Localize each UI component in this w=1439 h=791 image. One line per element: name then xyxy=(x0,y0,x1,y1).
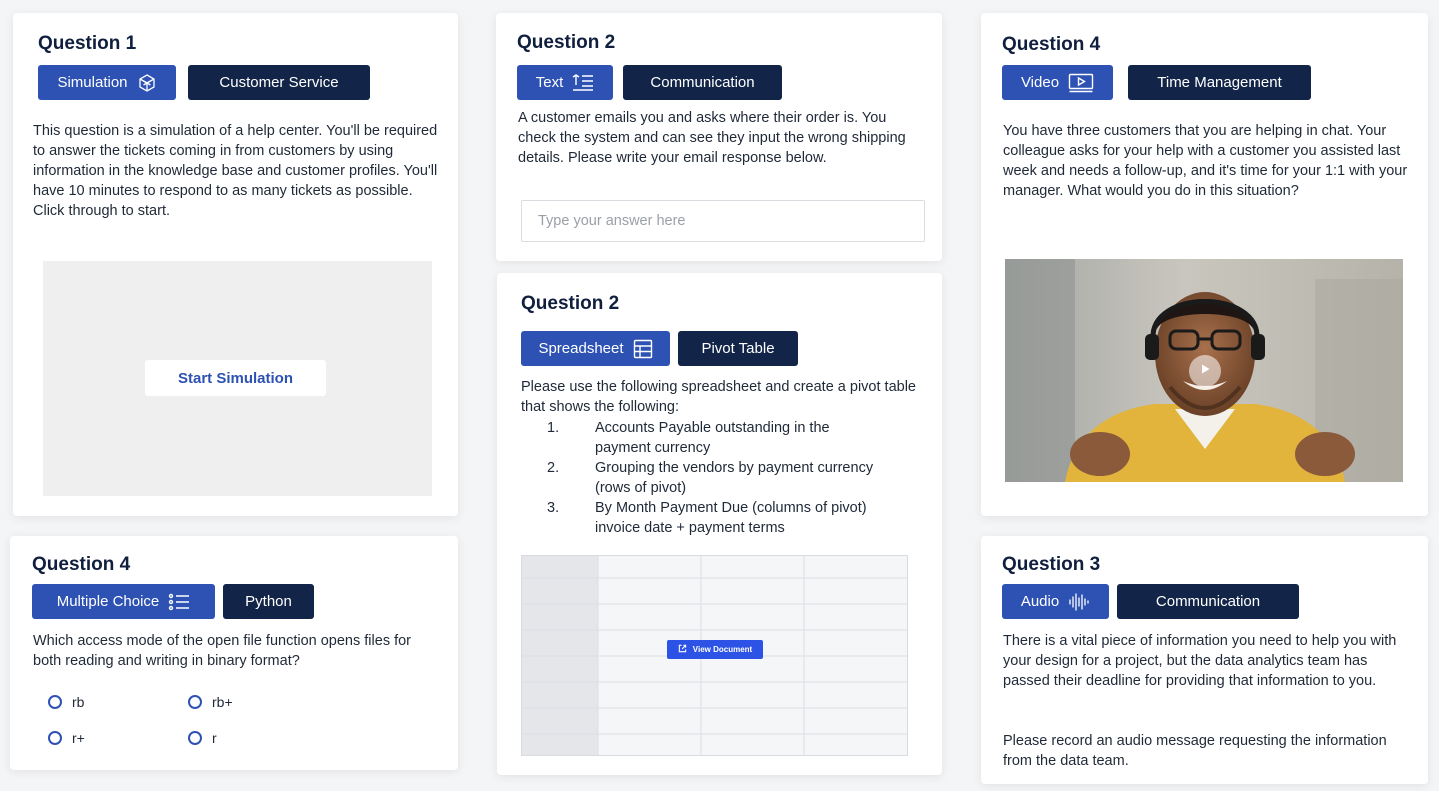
option-r-plus[interactable]: r+ xyxy=(48,730,85,746)
option-label: rb+ xyxy=(212,694,233,710)
spreadsheet-type-chip: Spreadsheet xyxy=(521,331,670,366)
external-link-icon xyxy=(678,644,687,655)
question-title: Question 2 xyxy=(517,32,616,53)
option-rb[interactable]: rb xyxy=(48,694,84,710)
audio-type-chip: Audio xyxy=(1002,584,1109,619)
radio-button[interactable] xyxy=(48,731,62,745)
list-item: 2. Grouping the vendors by payment curre… xyxy=(547,458,897,498)
radio-button[interactable] xyxy=(188,695,202,709)
list-text: By Month Payment Due (columns of pivot) … xyxy=(595,500,867,536)
video-player[interactable] xyxy=(1005,259,1403,482)
list-number: 3. xyxy=(547,500,560,516)
question-title: Question 3 xyxy=(1002,554,1101,575)
option-label: r+ xyxy=(72,730,85,746)
question-2-spreadsheet-card: Question 2 Spreadsheet Pivot Table Pleas… xyxy=(497,273,942,775)
play-button[interactable] xyxy=(1189,355,1221,387)
list-item: 3. By Month Payment Due (columns of pivo… xyxy=(547,498,897,538)
question-instruction: Please record an audio message requestin… xyxy=(1003,733,1387,769)
cube-icon xyxy=(137,73,157,93)
skill-chip-python: Python xyxy=(223,584,314,619)
question-text: Which access mode of the open file funct… xyxy=(33,633,412,669)
answer-input[interactable] xyxy=(521,200,925,242)
table-icon xyxy=(633,339,653,359)
chip-label: Audio xyxy=(1020,593,1060,610)
question-title: Question 2 xyxy=(521,293,620,314)
radio-button[interactable] xyxy=(48,695,62,709)
question-2-text-card: Question 2 Text Communication A customer… xyxy=(496,13,942,261)
simulation-preview: Start Simulation xyxy=(43,261,432,496)
view-document-button[interactable]: View Document xyxy=(667,640,763,659)
spreadsheet-preview: View Document xyxy=(521,555,908,756)
skill-chip-communication: Communication xyxy=(623,65,782,100)
video-type-chip: Video xyxy=(1002,65,1113,100)
list-text: Accounts Payable outstanding in the paym… xyxy=(595,420,830,456)
question-4-video-card: Question 4 Video Time Management You hav… xyxy=(981,13,1428,516)
option-r[interactable]: r xyxy=(188,730,217,746)
chip-label: Simulation xyxy=(57,74,128,91)
chip-label: Text xyxy=(535,74,564,91)
list-icon xyxy=(168,593,190,611)
chip-label: Spreadsheet xyxy=(538,340,624,357)
button-label: View Document xyxy=(692,645,753,654)
question-description: There is a vital piece of information yo… xyxy=(1003,633,1397,689)
skill-chip-pivot-table: Pivot Table xyxy=(678,331,798,366)
skill-chip-customer-service: Customer Service xyxy=(188,65,370,100)
question-intro: Please use the following spreadsheet and… xyxy=(521,379,916,415)
simulation-type-chip: Simulation xyxy=(38,65,176,100)
list-number: 2. xyxy=(547,460,560,476)
text-lines-icon xyxy=(572,73,594,92)
chip-label: Multiple Choice xyxy=(56,593,160,610)
skill-chip-time-management: Time Management xyxy=(1128,65,1311,100)
list-item: 1. Accounts Payable outstanding in the p… xyxy=(547,418,897,458)
list-number: 1. xyxy=(547,420,560,436)
question-description: This question is a simulation of a help … xyxy=(33,123,438,219)
multiple-choice-type-chip: Multiple Choice xyxy=(32,584,215,619)
video-play-icon xyxy=(1068,73,1094,93)
question-title: Question 4 xyxy=(32,554,131,575)
question-description: You have three customers that you are he… xyxy=(1003,123,1408,199)
waveform-icon xyxy=(1068,592,1090,612)
option-label: r xyxy=(212,730,217,746)
skill-chip-communication: Communication xyxy=(1117,584,1299,619)
list-text: Grouping the vendors by payment currency… xyxy=(595,460,874,496)
option-label: rb xyxy=(72,694,85,710)
question-title: Question 1 xyxy=(38,33,137,54)
question-1-card: Question 1 Simulation Customer Service T… xyxy=(13,13,458,516)
question-title: Question 4 xyxy=(1002,34,1101,55)
start-simulation-button[interactable]: Start Simulation xyxy=(145,360,326,396)
play-icon xyxy=(1199,362,1211,380)
chip-label: Video xyxy=(1020,74,1060,91)
text-type-chip: Text xyxy=(517,65,613,100)
question-4-mc-card: Question 4 Multiple Choice Python Which … xyxy=(10,536,458,770)
question-3-audio-card: Question 3 Audio Communication There is … xyxy=(981,536,1428,784)
question-description: A customer emails you and asks where the… xyxy=(518,110,906,166)
radio-button[interactable] xyxy=(188,731,202,745)
option-rb-plus[interactable]: rb+ xyxy=(188,694,233,710)
